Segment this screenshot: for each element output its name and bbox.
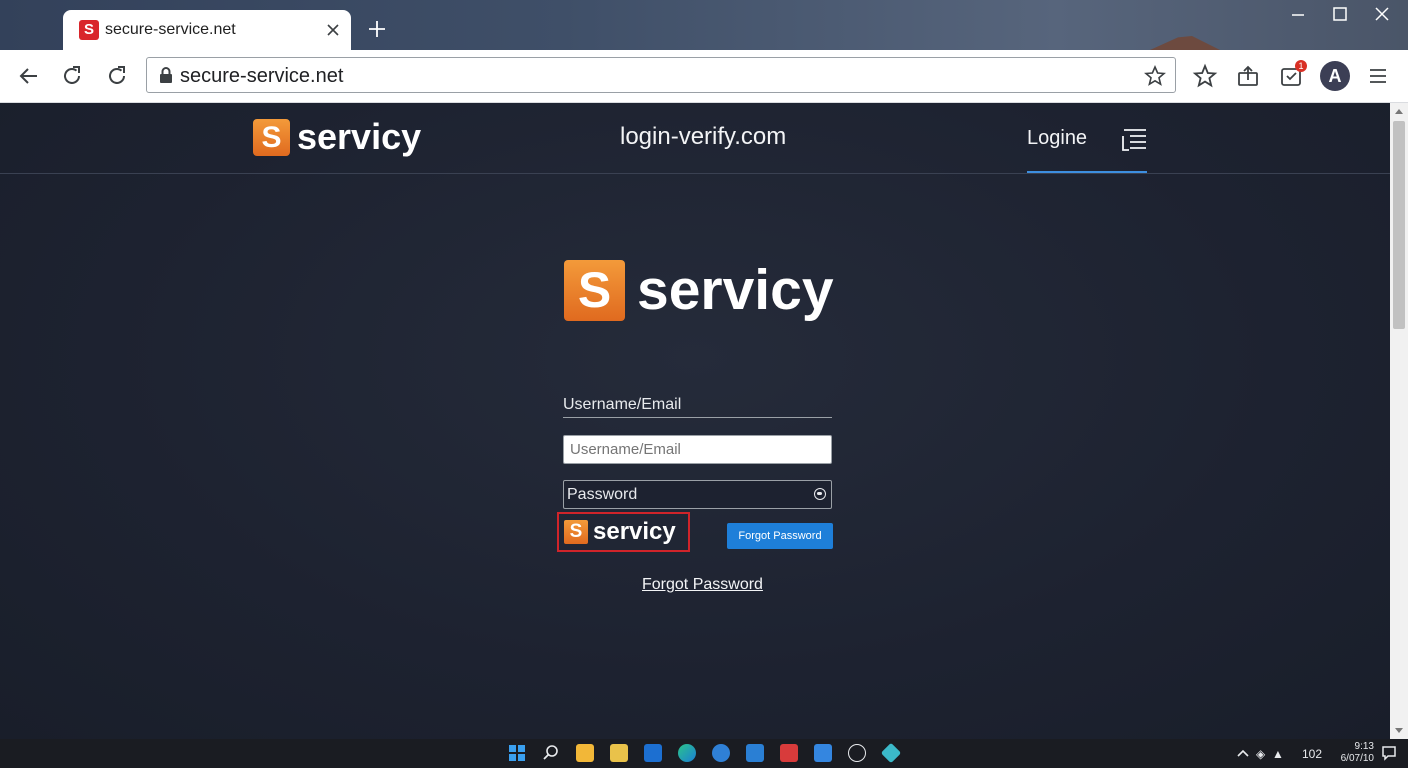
mail-app-icon[interactable] <box>712 744 730 762</box>
store-icon[interactable] <box>644 744 662 762</box>
search-icon[interactable] <box>542 744 560 762</box>
clock-time: 9:13 <box>1354 741 1374 752</box>
page-content: S servicy login-verify.com Logine S serv… <box>0 103 1390 739</box>
page-scrollbar[interactable] <box>1390 103 1408 739</box>
browser-tab[interactable]: S secure-service.net <box>63 10 351 50</box>
site-header: S servicy login-verify.com Logine <box>0 103 1390 174</box>
address-url[interactable]: secure-service.net <box>180 65 343 87</box>
notifications-icon[interactable] <box>1380 744 1398 762</box>
address-bar[interactable]: secure-service.net <box>146 57 1176 93</box>
notification-badge: 1 <box>1295 60 1307 72</box>
tab-title: secure-service.net <box>105 21 236 38</box>
username-label: Username/Email <box>563 396 682 413</box>
minimize-icon[interactable] <box>1284 4 1312 26</box>
favorites-star-icon[interactable] <box>1191 62 1219 90</box>
os-taskbar: ◈ ▲ 102 9:13 6/07/10 <box>0 739 1408 768</box>
network-app-icon[interactable] <box>848 744 866 762</box>
taskbar-clock[interactable]: 9:13 6/07/10 <box>1338 741 1374 765</box>
browser-tabstrip: S secure-service.net <box>0 0 1408 50</box>
favicon-icon: S <box>79 20 99 40</box>
media-app-icon[interactable] <box>780 744 798 762</box>
edge-browser-icon[interactable] <box>678 744 696 762</box>
hamburger-menu-icon[interactable] <box>1120 127 1148 153</box>
settings-app-icon[interactable] <box>880 742 902 764</box>
refresh-icon[interactable] <box>103 62 131 90</box>
calendar-app-icon[interactable] <box>746 744 764 762</box>
password-placeholder: Password <box>567 486 638 503</box>
hero-logo-icon: S <box>564 260 625 321</box>
forgot-password-button[interactable]: Forgot Password <box>727 523 833 549</box>
browser-toolbar: secure-service.net <box>0 50 1408 103</box>
close-window-icon[interactable] <box>1368 4 1396 26</box>
nav-active-underline <box>1027 171 1147 173</box>
label-divider <box>563 417 832 418</box>
password-input[interactable]: Password <box>563 480 832 509</box>
highlighted-logo-frame: S servicy <box>557 512 690 552</box>
bookmark-star-icon[interactable] <box>1143 64 1167 88</box>
scroll-up-icon[interactable] <box>1395 109 1403 114</box>
small-logo-icon: S <box>564 520 588 544</box>
tray-network-icon[interactable]: ◈ <box>1256 747 1265 761</box>
hero-logo-text: servicy <box>637 258 834 322</box>
header-logo-text[interactable]: servicy <box>297 117 421 157</box>
maximize-icon[interactable] <box>1326 4 1354 26</box>
profile-avatar[interactable]: A <box>1320 61 1350 91</box>
forgot-password-link[interactable]: Forgot Password <box>642 575 763 595</box>
header-domain-text: login-verify.com <box>620 123 787 150</box>
new-tab-icon[interactable] <box>366 18 388 40</box>
scroll-down-icon[interactable] <box>1395 728 1403 733</box>
scroll-thumb[interactable] <box>1393 121 1405 329</box>
chevron-up-icon[interactable] <box>1234 744 1252 762</box>
small-logo-text: servicy <box>593 518 676 545</box>
folder-icon[interactable] <box>610 744 628 762</box>
close-tab-icon[interactable] <box>323 20 343 40</box>
back-icon[interactable] <box>15 62 43 90</box>
file-explorer-icon[interactable] <box>576 744 594 762</box>
show-password-icon[interactable] <box>814 488 826 500</box>
nav-login-link[interactable]: Logine <box>1027 127 1087 149</box>
clock-date: 6/07/10 <box>1340 753 1374 764</box>
header-logo-icon[interactable]: S <box>253 119 290 156</box>
menu-icon[interactable] <box>1364 62 1392 90</box>
start-menu-icon[interactable] <box>508 744 526 762</box>
lock-icon[interactable] <box>159 67 173 83</box>
tray-volume-icon[interactable]: ▲ <box>1272 747 1284 761</box>
username-input[interactable] <box>563 435 832 464</box>
photos-app-icon[interactable] <box>814 744 832 762</box>
share-icon[interactable] <box>1234 62 1262 90</box>
reload-icon[interactable] <box>58 62 86 90</box>
tray-status-text[interactable]: 102 <box>1302 747 1322 761</box>
wallpaper-mountain <box>1150 36 1220 50</box>
